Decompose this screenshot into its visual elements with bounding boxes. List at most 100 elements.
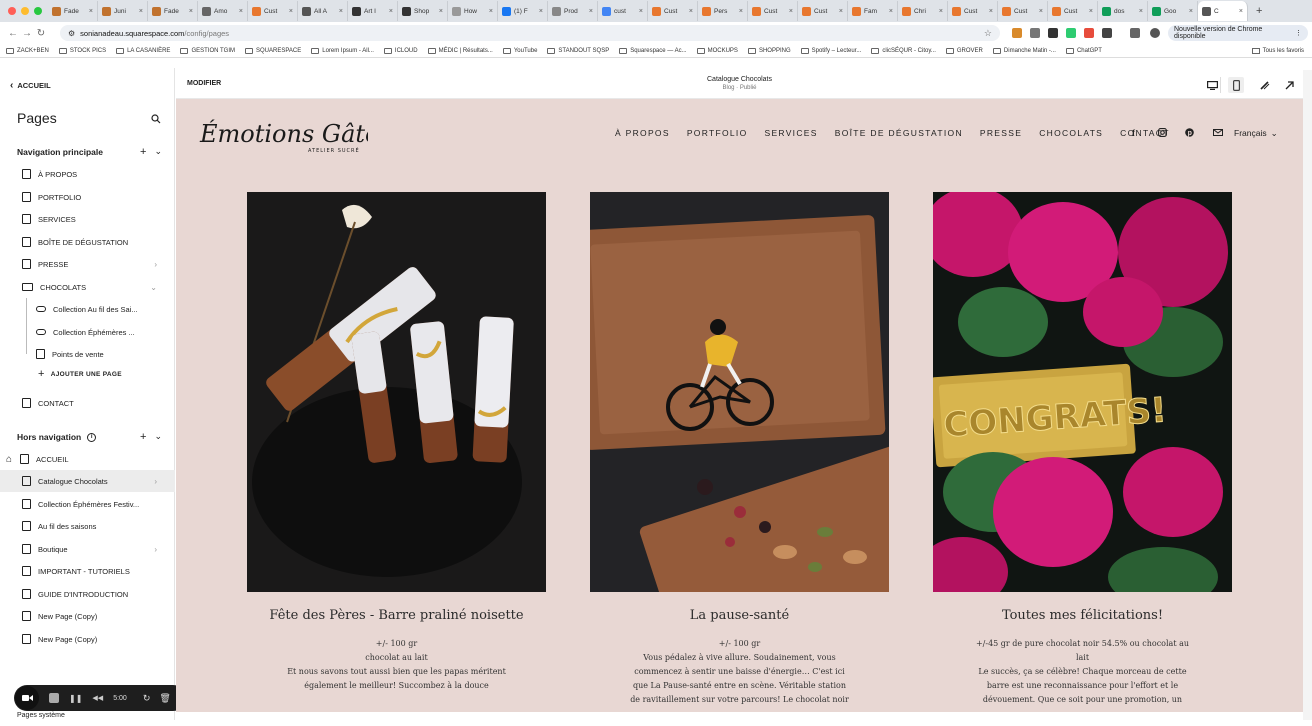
- bookmark-item[interactable]: ICLOUD: [383, 47, 418, 54]
- stop-icon[interactable]: [49, 693, 59, 703]
- extension-icon[interactable]: [1084, 28, 1094, 38]
- grid-icon[interactable]: [1048, 28, 1058, 38]
- site-nav-link[interactable]: À PROPOS: [615, 128, 670, 138]
- restart-icon[interactable]: ↻: [143, 693, 151, 704]
- close-tab-icon[interactable]: ×: [389, 8, 393, 15]
- browser-tab[interactable]: Cust ×: [648, 1, 698, 21]
- extensions-puzzle-icon[interactable]: [1102, 28, 1112, 38]
- all-bookmarks[interactable]: Tous les favoris: [1251, 44, 1304, 58]
- cyclist-chocolate-photo[interactable]: [590, 192, 889, 592]
- close-tab-icon[interactable]: ×: [1189, 8, 1193, 15]
- facebook-icon[interactable]: f: [1132, 128, 1135, 138]
- media-icon[interactable]: [1130, 28, 1140, 38]
- close-tab-icon[interactable]: ×: [289, 8, 293, 15]
- browser-tab[interactable]: All A ×: [298, 1, 348, 21]
- bookmark-item[interactable]: Dimanche Matin -...: [992, 47, 1056, 54]
- sidebar-item-contact[interactable]: CONTACT: [0, 392, 175, 414]
- site-info-icon[interactable]: ⚙: [68, 29, 75, 38]
- site-nav-link[interactable]: CHOCOLATS: [1039, 128, 1103, 138]
- sidebar-subitem[interactable]: Collection Au fil des Sai...: [0, 298, 175, 320]
- browser-tab[interactable]: Cust ×: [748, 1, 798, 21]
- close-tab-icon[interactable]: ×: [1039, 8, 1043, 15]
- browser-tab[interactable]: Art I ×: [348, 1, 398, 21]
- browser-tab[interactable]: Pers ×: [698, 1, 748, 21]
- sidebar-item-off-nav[interactable]: GUIDE D'INTRODUCTION: [0, 583, 175, 605]
- chevron-down-icon[interactable]: ⌄: [150, 283, 157, 292]
- browser-tab[interactable]: How ×: [448, 1, 498, 21]
- sidebar-item-main[interactable]: SERVICES: [0, 208, 175, 230]
- sidebar-item-off-nav[interactable]: New Page (Copy): [0, 605, 175, 627]
- chevron-right-icon[interactable]: ›: [154, 545, 157, 554]
- close-tab-icon[interactable]: ×: [589, 8, 593, 15]
- add-page-icon[interactable]: +: [140, 146, 146, 158]
- sidebar-item-off-nav[interactable]: Au fil des saisons: [0, 515, 175, 537]
- browser-tab[interactable]: Cust ×: [248, 1, 298, 21]
- sidebar-item-main[interactable]: BOÎTE DE DÉGUSTATION: [0, 231, 175, 253]
- reload-icon[interactable]: ↻: [34, 28, 48, 39]
- congrats-roses-photo[interactable]: CONGRATS!: [933, 192, 1232, 592]
- bookmark-item[interactable]: ChatGPT: [1065, 47, 1102, 54]
- close-tab-icon[interactable]: ×: [1239, 8, 1243, 15]
- bookmark-item[interactable]: Lorem Ipsum - All...: [311, 47, 374, 54]
- sidebar-item-main[interactable]: PRESSE ›: [0, 253, 175, 275]
- sidebar-item-main[interactable]: À PROPOS: [0, 163, 175, 185]
- browser-tab[interactable]: Juni ×: [98, 1, 148, 21]
- sidebar-item-off-nav[interactable]: Boutique ›: [0, 538, 175, 560]
- sidebar-item-off-nav[interactable]: IMPORTANT - TUTORIELS: [0, 560, 175, 582]
- chevron-down-icon[interactable]: ⌄: [154, 431, 162, 443]
- close-tab-icon[interactable]: ×: [1089, 8, 1093, 15]
- open-external-icon[interactable]: [1281, 77, 1297, 93]
- video-camera-icon[interactable]: [15, 686, 39, 710]
- browser-tab[interactable]: Fade ×: [148, 1, 198, 21]
- close-tab-icon[interactable]: ×: [439, 8, 443, 15]
- browser-tab[interactable]: Goo ×: [1148, 1, 1198, 21]
- camera-icon[interactable]: [1030, 28, 1040, 38]
- sidebar-item-main[interactable]: CHOCOLATS ⌄: [0, 276, 175, 298]
- browser-tab[interactable]: Cust ×: [998, 1, 1048, 21]
- bookmark-item[interactable]: YouTube: [502, 47, 537, 54]
- post-title[interactable]: Toutes mes félicitations!: [933, 607, 1232, 624]
- close-tab-icon[interactable]: ×: [189, 8, 193, 15]
- post-title[interactable]: Fête des Pères - Barre praliné noisette: [247, 607, 546, 624]
- back-to-home-link[interactable]: ‹ ACCUEIL: [10, 80, 51, 91]
- close-tab-icon[interactable]: ×: [139, 8, 143, 15]
- blog-post-card[interactable]: La pause-santé +/- 100 gr Vous pédalez à…: [590, 192, 889, 707]
- close-tab-icon[interactable]: ×: [489, 8, 493, 15]
- close-tab-icon[interactable]: ×: [639, 8, 643, 15]
- profile-avatar[interactable]: [1150, 28, 1160, 38]
- bookmark-item[interactable]: SQUARESPACE: [245, 47, 301, 54]
- close-tab-icon[interactable]: ×: [789, 8, 793, 15]
- browser-tab[interactable]: Chri ×: [898, 1, 948, 21]
- chrome-update-button[interactable]: Nouvelle version de Chrome disponible ⋮: [1168, 25, 1308, 41]
- close-tab-icon[interactable]: ×: [989, 8, 993, 15]
- site-nav-link[interactable]: SERVICES: [764, 128, 817, 138]
- bookmark-item[interactable]: GESTION TGIM: [180, 47, 235, 54]
- bookmark-item[interactable]: GROVER: [945, 47, 983, 54]
- desktop-view-icon[interactable]: [1205, 77, 1221, 93]
- rewind-icon[interactable]: ◀◀: [92, 694, 103, 702]
- browser-tab[interactable]: dos ×: [1098, 1, 1148, 21]
- blog-post-card[interactable]: Fête des Pères - Barre praliné noisette …: [247, 192, 546, 693]
- bookmark-item[interactable]: MÉDIC | Résultats...: [427, 47, 493, 54]
- extension-icon[interactable]: [1066, 28, 1076, 38]
- paint-brush-icon[interactable]: [1256, 77, 1272, 93]
- language-selector[interactable]: Français ⌄: [1234, 128, 1278, 139]
- close-tab-icon[interactable]: ×: [689, 8, 693, 15]
- address-bar[interactable]: ⚙ sonianadeau.squarespace.com/config/pag…: [60, 25, 1000, 41]
- bookmark-item[interactable]: Spotify – Lecteur...: [800, 47, 861, 54]
- pause-icon[interactable]: ❚❚: [69, 694, 82, 703]
- site-nav-link[interactable]: PRESSE: [980, 128, 1022, 138]
- browser-tab[interactable]: cust ×: [598, 1, 648, 21]
- add-page-icon[interactable]: +: [140, 431, 146, 443]
- bookmark-item[interactable]: STOCK PICS: [58, 47, 106, 54]
- pinterest-icon[interactable]: p: [1185, 128, 1194, 139]
- mobile-view-icon[interactable]: [1228, 77, 1244, 93]
- close-window-icon[interactable]: [8, 7, 16, 15]
- close-tab-icon[interactable]: ×: [939, 8, 943, 15]
- browser-tab[interactable]: Fade ×: [48, 1, 98, 21]
- search-icon[interactable]: [151, 114, 161, 126]
- close-tab-icon[interactable]: ×: [89, 8, 93, 15]
- close-tab-icon[interactable]: ×: [839, 8, 843, 15]
- sidebar-subitem[interactable]: Collection Éphémères ...: [0, 321, 175, 343]
- bookmark-item[interactable]: SHOPPING: [747, 47, 791, 54]
